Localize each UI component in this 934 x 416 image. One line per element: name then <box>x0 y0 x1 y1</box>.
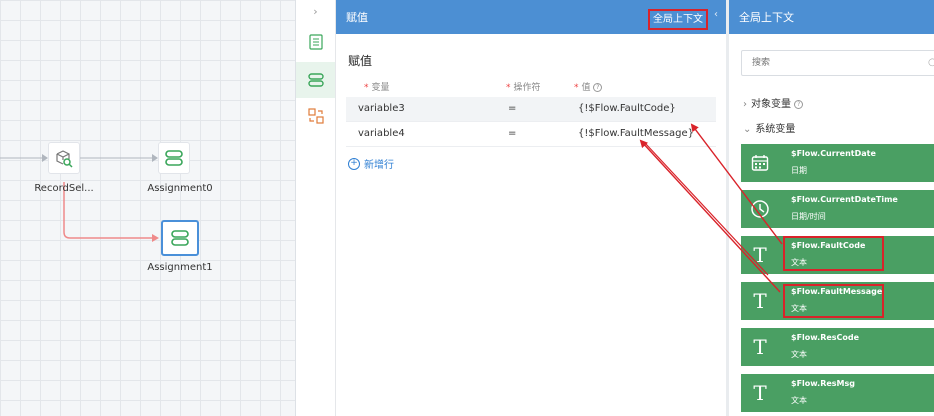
plus-circle-icon: + <box>348 157 360 170</box>
chevron-right-icon: › <box>313 4 318 18</box>
text-t-icon: T <box>753 381 767 405</box>
add-row-button[interactable]: + 新增行 <box>348 156 394 171</box>
assignment-panel-header: 赋值 全局上下文 ‹ <box>336 0 726 34</box>
search-input[interactable] <box>741 50 934 76</box>
variable-type: 文本 <box>791 350 807 359</box>
assignment-icon <box>171 230 189 246</box>
clock-icon <box>747 196 773 222</box>
variable-type: 文本 <box>791 396 807 405</box>
record-select-node[interactable] <box>48 142 80 174</box>
variable-name: $Flow.CurrentDate <box>791 149 876 158</box>
help-icon[interactable]: ? <box>794 99 804 109</box>
column-operator-label: 操作符 <box>513 83 541 93</box>
text-t-icon: T <box>753 289 767 313</box>
collapse-button[interactable]: › <box>296 0 335 22</box>
row-value[interactable]: {!$Flow.FaultMessage} <box>578 128 694 139</box>
group-system-variables[interactable]: ⌄ 系统变量 <box>743 120 795 135</box>
required-mark: * <box>364 83 369 93</box>
flow-connectors <box>0 154 159 242</box>
flow-canvas[interactable]: RecordSel... Assignment0 Assignment1 <box>0 0 296 416</box>
toolbar-properties-button[interactable] <box>296 24 335 60</box>
record-select-label: RecordSel... <box>34 183 94 194</box>
variable-name: $Flow.ResMsg <box>791 379 855 388</box>
table-row[interactable]: variable4 = {!$Flow.FaultMessage} <box>346 122 716 147</box>
assignment-icon <box>165 150 183 166</box>
row-operator[interactable]: = <box>508 103 516 114</box>
chevron-left-icon[interactable]: ‹ <box>714 9 718 20</box>
row-value[interactable]: {!$Flow.FaultCode} <box>578 103 676 114</box>
required-mark: * <box>574 83 579 93</box>
text-t-icon: T <box>753 243 767 267</box>
global-context-button[interactable]: 全局上下文 <box>648 9 708 30</box>
assignment1-label: Assignment1 <box>147 262 213 273</box>
assignment0-node[interactable] <box>158 142 190 174</box>
text-t-icon: T <box>753 335 767 359</box>
side-toolbar: › <box>296 0 336 416</box>
variable-name: $Flow.ResCode <box>791 333 860 342</box>
system-variable-card[interactable]: T $Flow.ResCode 文本 <box>741 328 934 366</box>
chevron-down-icon: ⌄ <box>743 124 752 135</box>
context-panel-title: 全局上下文 <box>739 11 794 24</box>
system-variable-card[interactable]: $Flow.CurrentDateTime 日期/时间 <box>741 190 934 228</box>
system-variable-card[interactable]: $Flow.CurrentDate 日期 <box>741 144 934 182</box>
assignment-icon <box>307 73 324 87</box>
search-icon[interactable]: ○ <box>928 57 934 68</box>
required-mark: * <box>506 83 511 93</box>
variable-type: 日期 <box>791 166 807 175</box>
row-operator[interactable]: = <box>508 128 516 139</box>
highlight-fault-message <box>783 284 884 318</box>
group-system-variables-label: 系统变量 <box>755 124 796 135</box>
add-row-label: 新增行 <box>364 160 394 171</box>
toolbar-assignment-button[interactable] <box>296 62 335 98</box>
highlight-fault-code <box>783 236 884 271</box>
calendar-icon <box>747 150 773 176</box>
group-object-variables[interactable]: › 对象变量 ? <box>743 95 804 110</box>
row-variable[interactable]: variable4 <box>358 128 405 139</box>
variable-type: 日期/时间 <box>791 212 826 221</box>
assignment1-node[interactable] <box>161 220 199 256</box>
document-list-icon <box>308 34 323 50</box>
section-title: 赋值 <box>348 54 373 68</box>
column-variable-label: 变量 <box>371 83 390 93</box>
help-icon[interactable]: ? <box>593 83 603 92</box>
column-header-operator: * 操作符 <box>506 80 541 93</box>
record-select-icon <box>56 150 73 168</box>
column-header-value: * 值 ? <box>574 80 603 93</box>
column-header-variable: * 变量 <box>364 80 390 93</box>
global-context-panel: 全局上下文 ○ › 对象变量 ? ⌄系统变量 $Flow.CurrentDate … <box>729 0 934 416</box>
assignment0-label: Assignment0 <box>147 183 213 194</box>
assignment-panel-title: 赋值 <box>346 11 368 24</box>
assignment-panel: 赋值 全局上下文 ‹ 赋值 * 变量 * 操作符 * 值 ? variable3 = … <box>336 0 726 416</box>
row-variable[interactable]: variable3 <box>358 103 405 114</box>
system-variable-card[interactable]: T $Flow.ResMsg 文本 <box>741 374 934 412</box>
table-row[interactable]: variable3 = {!$Flow.FaultCode} <box>346 97 716 122</box>
context-panel-header: 全局上下文 <box>729 0 934 34</box>
chevron-right-icon: › <box>743 99 747 110</box>
group-object-variables-label: 对象变量 <box>751 99 791 110</box>
variable-swap-icon <box>307 108 324 124</box>
toolbar-variables-button[interactable] <box>296 98 335 134</box>
column-value-label: 值 <box>581 83 591 93</box>
variable-name: $Flow.CurrentDateTime <box>791 195 898 204</box>
